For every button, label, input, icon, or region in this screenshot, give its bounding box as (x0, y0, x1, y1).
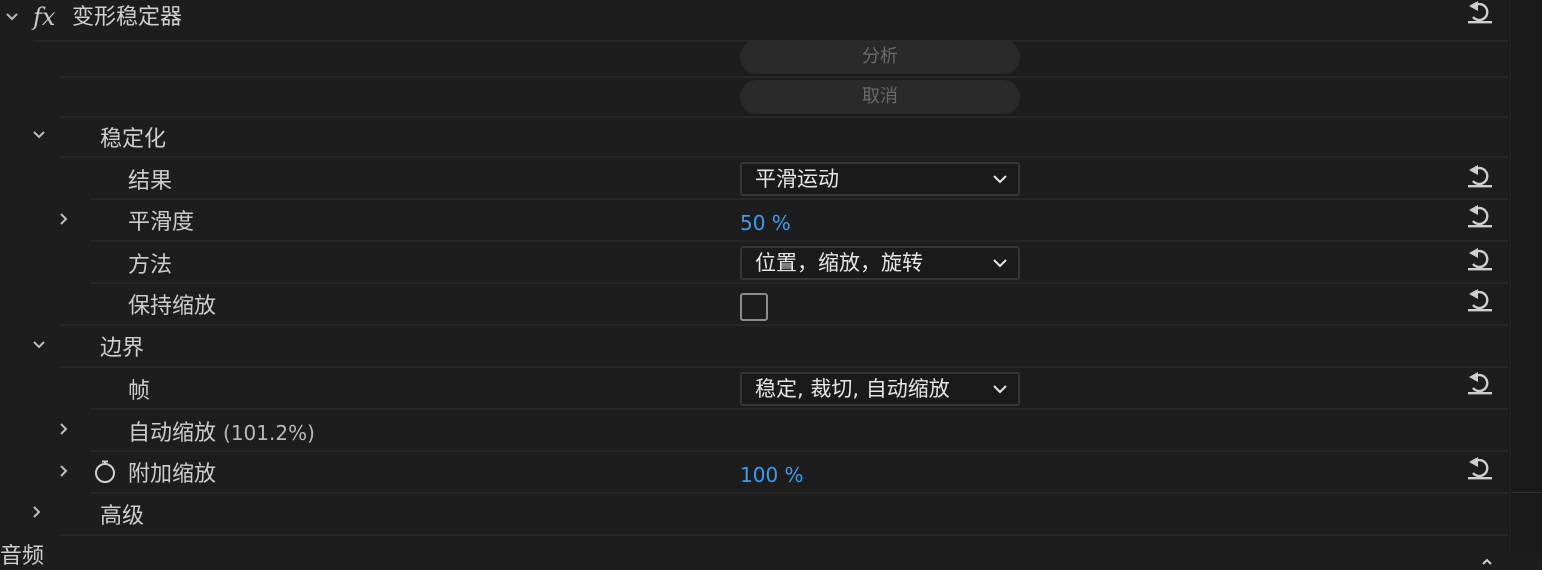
additional-scale-row: 附加缩放 100 % (0, 452, 1510, 494)
chevron-right-icon[interactable] (57, 464, 71, 478)
framing-value: 稳定, 裁切, 自动缩放 (755, 377, 950, 401)
method-value: 位置，缩放，旋转 (755, 251, 923, 275)
audio-section-label: 音频 (0, 544, 45, 569)
reset-icon[interactable] (1466, 204, 1494, 230)
scrollbar-track[interactable] (1510, 0, 1542, 556)
cancel-button[interactable]: 取消 (740, 80, 1020, 114)
advanced-label: 高级 (100, 504, 145, 529)
chevron-up-icon[interactable] (1481, 550, 1493, 565)
analyze-row: 分析 (0, 36, 1510, 78)
fx-toggle-icon[interactable]: fx (33, 3, 55, 31)
chevron-down-icon (992, 384, 1008, 394)
advanced-group-row: 高级 (0, 494, 1510, 536)
analyze-button[interactable]: 分析 (740, 40, 1020, 74)
result-dropdown[interactable]: 平滑运动 (740, 162, 1020, 196)
smoothness-label: 平滑度 (128, 210, 195, 235)
effect-controls-panel: fx 变形稳定器 分析 取消 稳定化 结果 平滑运动 平滑度 50 % 方法 位… (0, 0, 1510, 569)
auto-scale-row: 自动缩放 (101.2%) (0, 410, 1510, 452)
chevron-right-icon[interactable] (57, 422, 71, 436)
smoothness-value[interactable]: 50 % (740, 210, 791, 236)
framing-dropdown[interactable]: 稳定, 裁切, 自动缩放 (740, 372, 1020, 406)
reset-icon[interactable] (1466, 164, 1494, 190)
result-label: 结果 (128, 169, 173, 194)
reset-icon[interactable] (1466, 456, 1494, 482)
reset-icon[interactable] (1466, 371, 1494, 397)
chevron-right-icon[interactable] (30, 505, 44, 519)
effect-title: 变形稳定器 (72, 5, 183, 30)
preserve-scale-checkbox[interactable] (740, 293, 768, 321)
chevron-right-icon[interactable] (57, 212, 71, 226)
reset-icon[interactable] (1466, 247, 1494, 273)
auto-scale-value: (101.2%) (223, 421, 315, 445)
auto-scale-name: 自动缩放 (128, 421, 217, 446)
chevron-down-icon[interactable] (32, 128, 46, 142)
smoothness-row: 平滑度 50 % (0, 200, 1510, 242)
chevron-down-icon (992, 174, 1008, 184)
cancel-row: 取消 (0, 76, 1510, 118)
chevron-down-icon[interactable] (32, 338, 46, 352)
additional-scale-label: 附加缩放 (128, 462, 217, 487)
audio-section-row: 音频 (0, 536, 1510, 569)
method-label: 方法 (128, 253, 173, 278)
method-row: 方法 位置，缩放，旋转 (0, 242, 1510, 284)
framing-row: 帧 稳定, 裁切, 自动缩放 (0, 368, 1510, 410)
preserve-scale-label: 保持缩放 (128, 294, 217, 319)
result-row: 结果 平滑运动 (0, 158, 1510, 200)
chevron-down-icon (992, 258, 1008, 268)
additional-scale-value[interactable]: 100 % (740, 462, 804, 488)
preserve-scale-row: 保持缩放 (0, 284, 1510, 326)
result-value: 平滑运动 (755, 167, 839, 191)
reset-icon[interactable] (1466, 288, 1494, 314)
stopwatch-icon[interactable] (93, 459, 117, 485)
stabilization-group-row: 稳定化 (0, 116, 1510, 158)
reset-icon[interactable] (1466, 0, 1494, 26)
chevron-down-icon[interactable] (5, 10, 19, 24)
auto-scale-label: 自动缩放 (101.2%) (128, 420, 315, 447)
borders-group-row: 边界 (0, 326, 1510, 368)
framing-label: 帧 (128, 379, 151, 404)
borders-label: 边界 (100, 336, 145, 361)
method-dropdown[interactable]: 位置，缩放，旋转 (740, 246, 1020, 280)
stabilization-label: 稳定化 (100, 127, 167, 152)
